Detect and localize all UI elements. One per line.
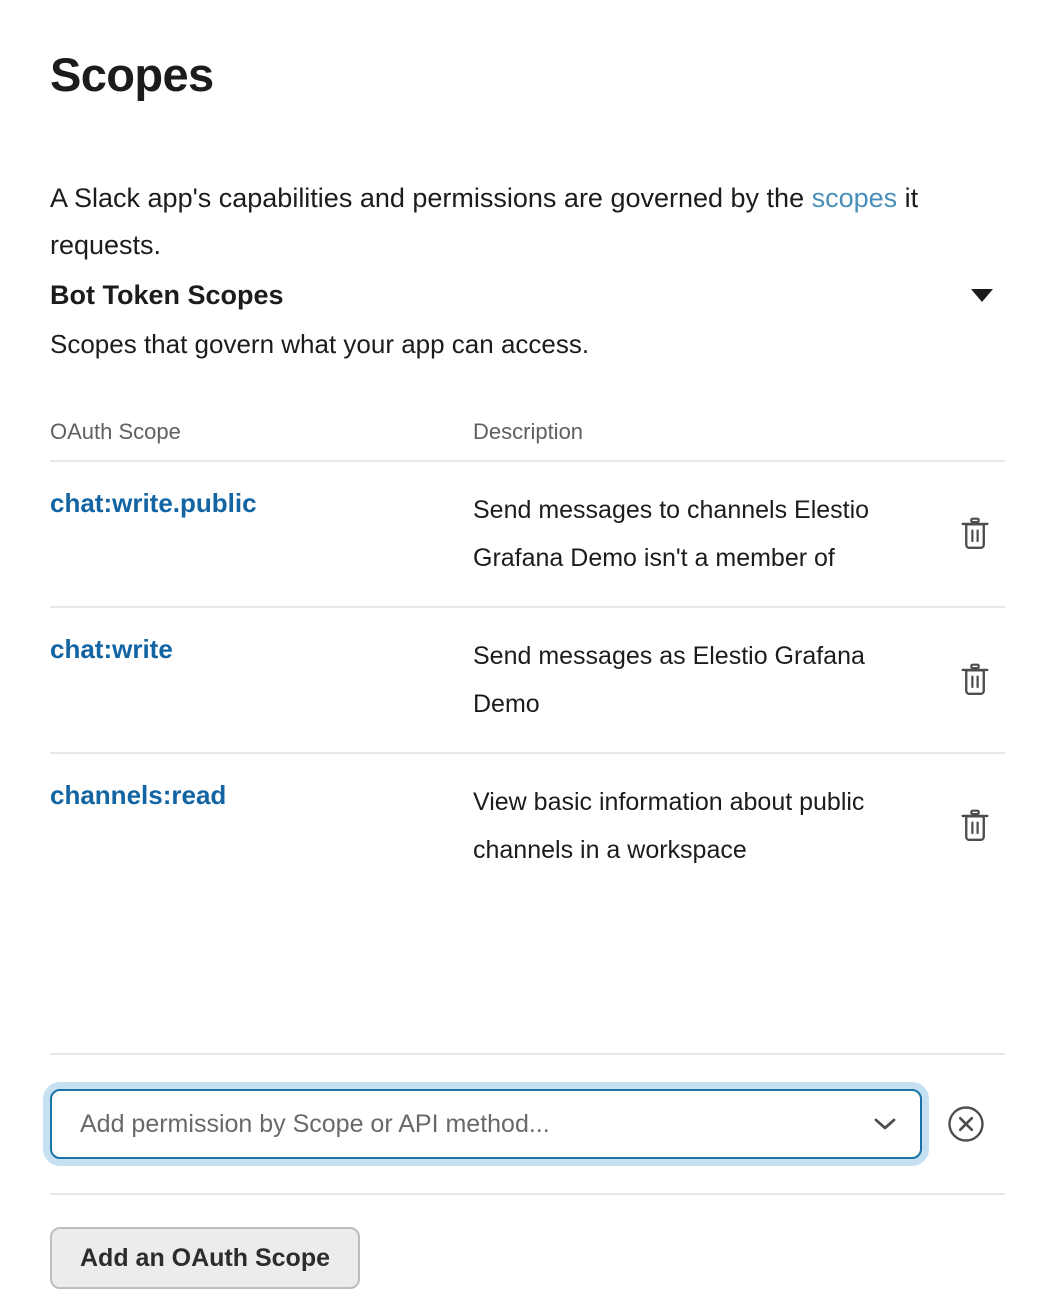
- add-permission-combobox[interactable]: [50, 1089, 922, 1159]
- chevron-down-icon[interactable]: [872, 1116, 898, 1132]
- add-permission-input[interactable]: [52, 1091, 920, 1157]
- scope-name-cell: channels:read: [50, 778, 473, 812]
- scopes-table: OAuth Scope Description chat:write.publi…: [50, 418, 1005, 898]
- table-row: channels:read View basic information abo…: [50, 754, 1005, 898]
- column-header-description: Description: [473, 419, 584, 444]
- divider: [50, 1053, 1005, 1055]
- column-header-oauth-scope: OAuth Scope: [50, 419, 181, 444]
- scope-description-cell: Send messages as Elestio Grafana Demo: [473, 642, 865, 718]
- divider: [50, 1193, 1005, 1195]
- section-title: Bot Token Scopes: [50, 280, 284, 310]
- scope-name-cell: chat:write.public: [50, 486, 473, 520]
- row-actions: [945, 754, 1005, 898]
- table-row: chat:write.public Send messages to chann…: [50, 462, 1005, 606]
- add-oauth-scope-button[interactable]: Add an OAuth Scope: [50, 1227, 360, 1289]
- delete-scope-button[interactable]: [953, 657, 997, 703]
- intro-paragraph: A Slack app's capabilities and permissio…: [50, 175, 950, 269]
- section-subtitle: Scopes that govern what your app can acc…: [50, 329, 590, 359]
- add-permission-zone: [50, 1053, 1005, 1159]
- trash-icon: [961, 663, 989, 696]
- row-actions: [945, 462, 1005, 606]
- trash-icon: [961, 809, 989, 842]
- scope-link[interactable]: chat:write.public: [50, 488, 257, 518]
- scope-description-cell: Send messages to channels Elestio Grafan…: [473, 496, 870, 572]
- scope-description-cell: View basic information about public chan…: [473, 788, 865, 864]
- caret-down-icon[interactable]: [971, 288, 993, 302]
- clear-permission-button[interactable]: [946, 1104, 986, 1144]
- row-actions: [945, 608, 1005, 752]
- table-header-row: OAuth Scope Description: [50, 418, 1005, 460]
- scope-link[interactable]: chat:write: [50, 634, 173, 664]
- table-row: chat:write Send messages as Elestio Graf…: [50, 608, 1005, 752]
- delete-scope-button[interactable]: [953, 803, 997, 849]
- bot-token-scopes-section-header: Bot Token Scopes Scopes that govern what…: [50, 277, 1005, 361]
- scopes-doc-link[interactable]: scopes: [812, 183, 898, 213]
- trash-icon: [961, 517, 989, 550]
- page-title: Scopes: [50, 48, 214, 101]
- close-circle-icon: [948, 1106, 984, 1142]
- scope-link[interactable]: channels:read: [50, 780, 226, 810]
- scopes-page: Scopes A Slack app's capabilities and pe…: [0, 0, 1060, 1298]
- intro-text-prefix: A Slack app's capabilities and permissio…: [50, 183, 812, 213]
- delete-scope-button[interactable]: [953, 511, 997, 557]
- scope-name-cell: chat:write: [50, 632, 473, 666]
- footer-zone: Add an OAuth Scope: [50, 1193, 1005, 1289]
